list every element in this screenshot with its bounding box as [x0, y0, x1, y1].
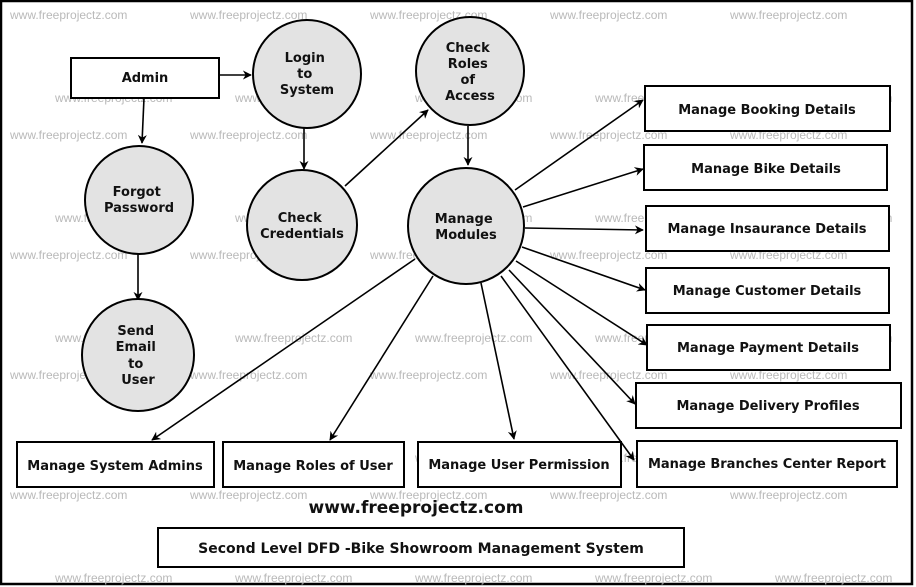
module-insurance: Manage Insaurance Details — [645, 205, 890, 252]
module-customer: Manage Customer Details — [645, 267, 890, 314]
module-roles: Manage Roles of User — [222, 441, 405, 488]
module-permission-label: Manage User Permission — [428, 458, 609, 473]
watermark-text: www.freeprojectz.com — [9, 248, 127, 262]
module-insurance-label: Manage Insaurance Details — [668, 222, 867, 237]
module-system-admins-label: Manage System Admins — [27, 459, 203, 474]
watermark-text: www.freeprojectz.com — [54, 571, 172, 585]
watermark-text: www.freeprojectz.com — [234, 571, 352, 585]
module-delivery: Manage Delivery Profiles — [635, 382, 902, 429]
module-payment-label: Manage Payment Details — [677, 341, 859, 356]
process-forgot-password-label: Forgot Password — [104, 185, 174, 216]
watermark-text: www.freeprojectz.com — [9, 128, 127, 142]
process-manage-modules: Manage Modules — [407, 167, 525, 285]
watermark-text: www.freeprojectz.com — [9, 8, 127, 22]
module-bike: Manage Bike Details — [643, 144, 888, 191]
watermark-text: www.freeprojectz.com — [189, 8, 307, 22]
watermark-text: www.freeprojectz.com — [594, 571, 712, 585]
site-label: www.freeprojectz.com — [309, 498, 524, 518]
watermark-text: www.freeprojectz.com — [189, 488, 307, 502]
watermark-text: www.freeprojectz.com — [549, 8, 667, 22]
module-branches: Manage Branches Center Report — [636, 440, 898, 488]
entity-admin: Admin — [70, 57, 220, 99]
module-branches-label: Manage Branches Center Report — [648, 457, 886, 472]
module-system-admins: Manage System Admins — [16, 441, 215, 488]
diagram-canvas: www.freeprojectz.com www.freeprojectz.com… — [0, 0, 914, 586]
watermark-text: www.freeprojectz.com — [189, 128, 307, 142]
watermark-text: www.freeprojectz.com — [414, 331, 532, 345]
process-manage-modules-label: Manage Modules — [435, 212, 497, 243]
process-send-email: Send Email to User — [81, 298, 195, 412]
process-forgot-password: Forgot Password — [84, 145, 194, 255]
module-permission: Manage User Permission — [417, 441, 622, 488]
module-customer-label: Manage Customer Details — [673, 284, 862, 299]
process-check-credentials: Check Credentials — [246, 169, 358, 281]
watermark-text: www.freeprojectz.com — [729, 8, 847, 22]
watermark-text: www.freeprojectz.com — [774, 571, 892, 585]
module-delivery-label: Manage Delivery Profiles — [676, 399, 859, 414]
module-payment: Manage Payment Details — [646, 324, 891, 371]
watermark-text: www.freeprojectz.com — [9, 488, 127, 502]
watermark-text: www.freeprojectz.com — [729, 488, 847, 502]
watermark-text: www.freeprojectz.com — [414, 571, 532, 585]
diagram-title-box: Second Level DFD -Bike Showroom Manageme… — [157, 527, 685, 568]
diagram-title: Second Level DFD -Bike Showroom Manageme… — [198, 541, 644, 557]
watermark-text: www.freeprojectz.com — [549, 488, 667, 502]
module-booking: Manage Booking Details — [644, 85, 891, 132]
watermark-text: www.freeprojectz.com — [189, 368, 307, 382]
module-booking-label: Manage Booking Details — [678, 103, 856, 118]
dfd-diagram: www.freeprojectz.com www.freeprojectz.com… — [0, 0, 916, 587]
watermark-text: www.freeprojectz.com — [369, 128, 487, 142]
process-check-roles: Check Roles of Access — [415, 16, 525, 126]
module-bike-label: Manage Bike Details — [691, 162, 841, 177]
module-roles-label: Manage Roles of User — [233, 459, 393, 474]
watermark-text: www.freeprojectz.com — [369, 368, 487, 382]
entity-admin-label: Admin — [122, 71, 169, 86]
process-login: Login to System — [252, 19, 362, 129]
